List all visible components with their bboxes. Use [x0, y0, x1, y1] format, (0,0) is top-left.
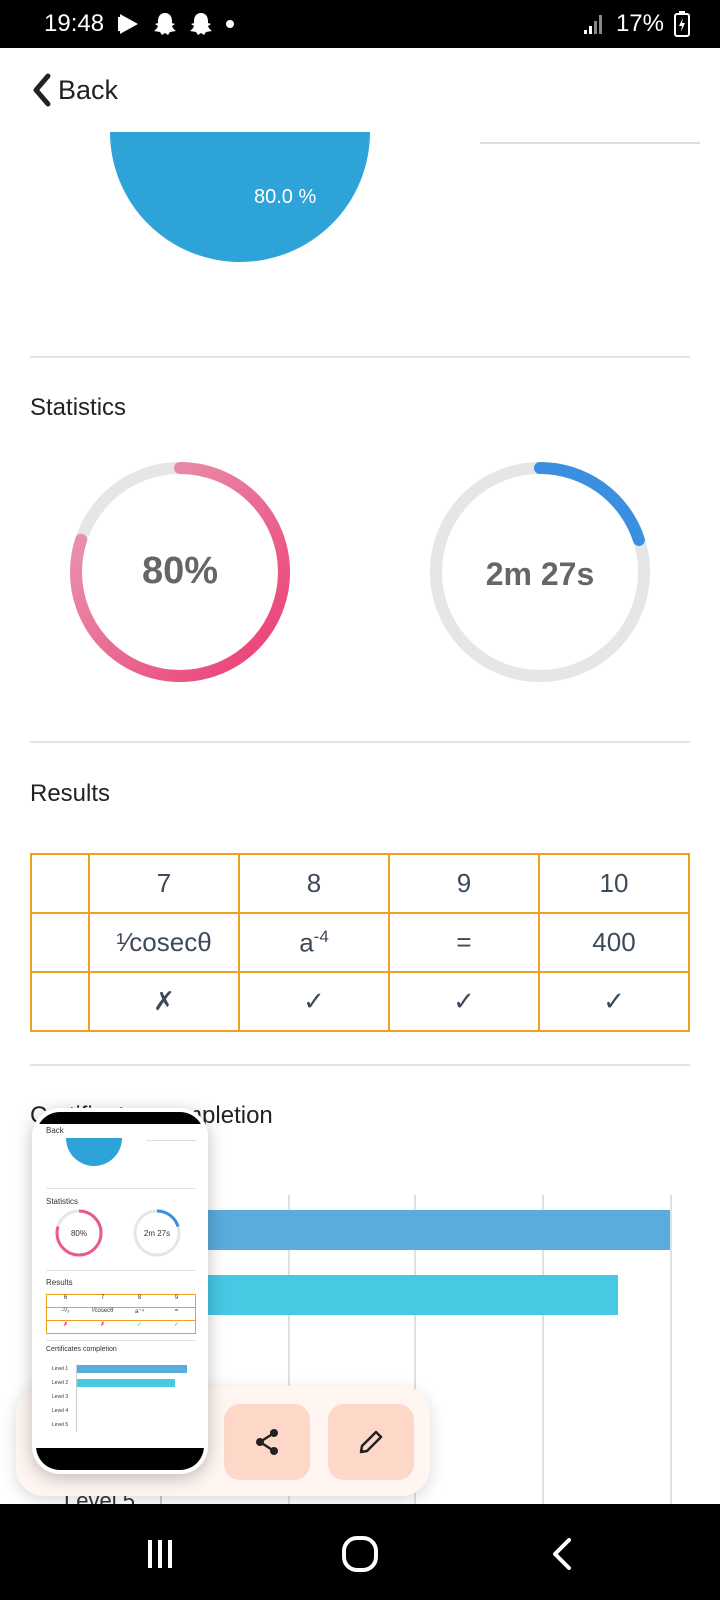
- pie-slice: [110, 132, 370, 262]
- table-cell: 6: [63, 1295, 68, 1301]
- thumb-cert-title: Certificates completion: [46, 1346, 117, 1353]
- nav-bar: [0, 1504, 720, 1600]
- table-row: ¹⁄cosecθ a-4 = 400: [30, 912, 690, 973]
- divider: [480, 142, 700, 144]
- check-icon: ✓: [173, 1322, 180, 1328]
- thumb-pie: [66, 1138, 122, 1166]
- share-button[interactable]: [224, 1404, 310, 1480]
- results-table: 7 8 9 10 ¹⁄cosecθ a-4 = 400 ✗ ✓ ✓ ✓: [30, 853, 690, 1032]
- answer-exponent: -4: [313, 926, 329, 946]
- thumb-back: Back: [46, 1126, 64, 1135]
- home-button[interactable]: [330, 1524, 390, 1584]
- back-button[interactable]: Back: [30, 70, 118, 110]
- table-cell: ¹⁄cosecθ: [88, 912, 240, 973]
- pie-chart: [110, 132, 370, 262]
- table-cell: [30, 912, 90, 973]
- divider: [30, 1064, 690, 1066]
- battery-charging-icon: [674, 11, 690, 37]
- pencil-icon: [359, 1430, 383, 1454]
- chevron-left-icon: [553, 1538, 571, 1570]
- thumb-stats-title: Statistics: [46, 1197, 79, 1206]
- score-value: 80%: [141, 550, 219, 592]
- thumb-level: Level 5: [52, 1422, 69, 1428]
- thumb-level: Level 1: [52, 1366, 69, 1372]
- cross-icon: ✗: [88, 971, 240, 1032]
- thumb-nav-bar: [36, 1448, 204, 1470]
- recent-apps-icon: [148, 1540, 172, 1568]
- table-cell: 7: [100, 1295, 105, 1301]
- screenshot-thumbnail[interactable]: Back Statistics 80% 2m 27s Results 6 7 8…: [32, 1108, 208, 1474]
- edit-button[interactable]: [328, 1404, 414, 1480]
- cross-icon: ✗: [99, 1322, 106, 1328]
- recent-apps-button[interactable]: [130, 1524, 190, 1584]
- check-icon: ✓: [136, 1322, 143, 1328]
- thumb-divider: [46, 1340, 196, 1341]
- answer-base: a: [299, 927, 314, 958]
- thumb-results-title: Results: [46, 1278, 73, 1287]
- table-cell: [30, 971, 90, 1032]
- table-cell: a⁻⁴: [134, 1309, 145, 1315]
- table-row: ✗ ✓ ✓ ✓: [30, 971, 690, 1032]
- status-right: 17%: [582, 10, 690, 38]
- chevron-left-icon: [33, 73, 51, 107]
- thumb-divider: [46, 1270, 196, 1271]
- thumb-axis: [76, 1364, 77, 1432]
- check-icon: ✓: [388, 971, 540, 1032]
- share-icon: [256, 1429, 278, 1455]
- table-cell: 10: [538, 853, 690, 914]
- chart-bar: [162, 1210, 670, 1250]
- table-row: ✗ ✗ ✓ ✓: [47, 1321, 195, 1333]
- status-time: 19:48: [44, 10, 105, 37]
- thumb-level: Level 4: [52, 1408, 69, 1414]
- table-cell: =: [174, 1308, 179, 1314]
- divider: [30, 356, 690, 358]
- table-row: 6 7 8 9: [47, 1295, 195, 1308]
- table-cell: -²/₃: [61, 1308, 70, 1314]
- snapchat-icon: [154, 13, 176, 35]
- check-icon: ✓: [238, 971, 390, 1032]
- thumb-divider: [46, 1188, 196, 1189]
- table-cell: =: [388, 912, 540, 973]
- thumb-score: 80%: [70, 1229, 87, 1238]
- table-cell: 9: [174, 1295, 179, 1301]
- thumb-bar: [77, 1365, 187, 1373]
- table-cell: 7: [88, 853, 240, 914]
- thumb-time: 2m 27s: [143, 1229, 171, 1238]
- divider: [30, 741, 690, 743]
- table-cell: 9: [388, 853, 540, 914]
- table-cell: a-4: [238, 912, 390, 973]
- grid-line: [670, 1195, 672, 1505]
- dot-icon: [226, 20, 234, 28]
- thumb-bar: [77, 1379, 175, 1387]
- thumb-results-table: 6 7 8 9 -²/₃ ¹⁄cosecθ a⁻⁴ = ✗ ✗ ✓ ✓: [46, 1294, 196, 1334]
- thumb-level: Level 3: [52, 1394, 69, 1400]
- table-cell: [30, 853, 90, 914]
- table-cell: 400: [538, 912, 690, 973]
- table-row: 7 8 9 10: [30, 853, 690, 914]
- table-cell: ¹⁄cosecθ: [91, 1308, 114, 1314]
- pie-slice-label: 80.0 %: [254, 186, 317, 208]
- table-cell: 8: [137, 1295, 142, 1301]
- results-title: Results: [30, 780, 111, 807]
- chart-bar: [162, 1275, 618, 1315]
- status-bar: 19:48 17%: [0, 0, 720, 48]
- time-value: 2m 27s: [485, 556, 595, 592]
- notification-icons: [116, 10, 236, 38]
- table-row: -²/₃ ¹⁄cosecθ a⁻⁴ =: [47, 1308, 195, 1321]
- back-nav-button[interactable]: [532, 1524, 592, 1584]
- home-icon: [342, 1536, 378, 1572]
- thumb-status-bar: [36, 1112, 204, 1124]
- check-icon: ✓: [538, 971, 690, 1032]
- snapchat-icon: [190, 13, 212, 35]
- thumb-divider: [146, 1140, 196, 1141]
- back-label: Back: [58, 74, 119, 105]
- cross-icon: ✗: [62, 1322, 69, 1328]
- statistics-title: Statistics: [30, 394, 127, 421]
- media-icon: [118, 14, 138, 34]
- thumb-level: Level 2: [52, 1380, 69, 1386]
- battery-percent: 17%: [615, 10, 664, 37]
- table-cell: 8: [238, 853, 390, 914]
- signal-icon: [583, 15, 602, 34]
